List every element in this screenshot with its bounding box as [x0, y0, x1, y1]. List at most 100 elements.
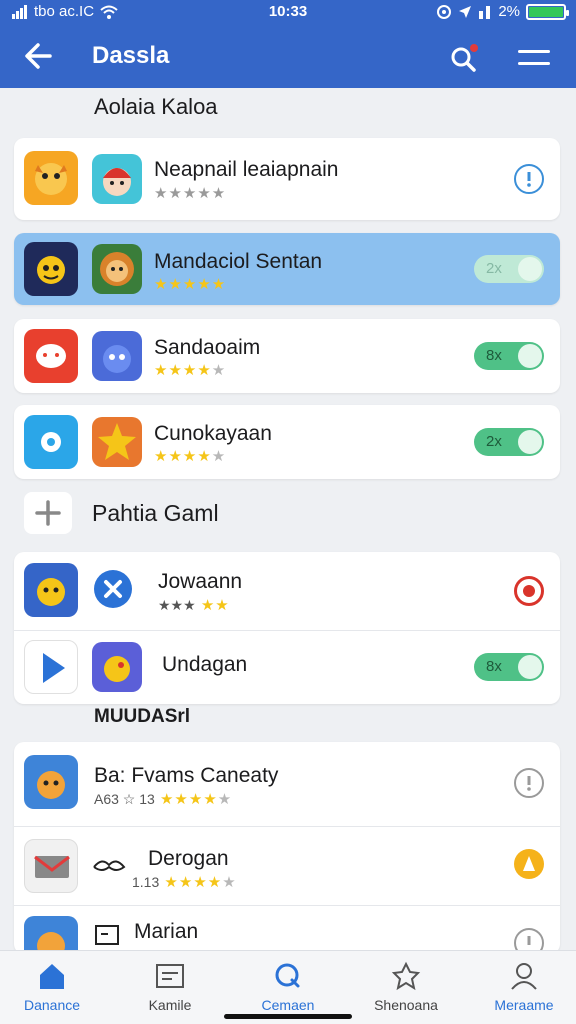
section-title: Aolaia Kaloa	[94, 94, 218, 119]
toggle-knob-icon	[518, 430, 542, 454]
back-button[interactable]	[20, 38, 60, 74]
toggle-knob-icon	[518, 257, 542, 281]
stars-filled: ★★★★	[154, 362, 212, 379]
rating-prefix: ★★★	[158, 597, 196, 613]
app-icon	[24, 755, 78, 809]
info-icon	[527, 776, 531, 791]
nav-item-gallery[interactable]: Kamile	[120, 951, 220, 1024]
nav-label: Cemaen	[261, 997, 315, 1013]
bird-icon	[104, 656, 130, 682]
stars-filled: ★★★★	[154, 448, 212, 465]
tools-icon	[104, 580, 122, 598]
document-icon	[95, 925, 119, 945]
app-card-group: Jowaann ★★★ ★★ Undagan 8x	[14, 552, 560, 704]
star-badge-icon	[98, 423, 136, 460]
add-section-button[interactable]	[24, 492, 72, 534]
app-rating: ★★★★★	[154, 447, 226, 465]
fox-character-icon	[35, 163, 67, 195]
app-name: Marian	[134, 920, 199, 943]
mail-icon	[34, 855, 70, 878]
app-card[interactable]: Neapnail leaiapnain ★★★★★	[14, 138, 560, 220]
battery-label: 2%	[498, 3, 520, 20]
section-title: Pahtia Gaml	[92, 500, 219, 526]
app-rating: A63 ☆ 13 ★★★★★	[94, 790, 232, 808]
app-icon	[24, 563, 78, 617]
nav-item-badges[interactable]: Shenoana	[356, 951, 456, 1024]
stars-empty: ★	[217, 791, 233, 808]
top-bar: tbo ac.IC 10:33 2% Dassla	[0, 0, 576, 88]
gallery-icon	[156, 964, 184, 988]
nav-item-home[interactable]: Danance	[2, 951, 102, 1024]
app-rating: ★★★★★	[154, 185, 227, 202]
nav-item-profile[interactable]: Meraame	[474, 951, 574, 1024]
action-toggle[interactable]: 2x	[474, 428, 544, 456]
monster-icon	[37, 256, 65, 284]
info-button[interactable]	[514, 768, 544, 798]
flower-icon	[41, 432, 61, 452]
info-icon	[527, 172, 531, 187]
app-card[interactable]: Sandaoaim ★★★★★ 8x	[14, 319, 560, 393]
app-icon	[94, 570, 132, 608]
list-item[interactable]: Ba: Fvams Caneaty A63 ☆ 13 ★★★★★	[14, 742, 560, 826]
home-icon	[40, 964, 64, 989]
record-button[interactable]	[514, 576, 544, 606]
app-name: Undagan	[162, 653, 248, 676]
nav-label: Kamile	[148, 997, 192, 1013]
handshake-icon	[93, 860, 126, 871]
lion-character-icon	[100, 252, 134, 286]
app-name: Derogan	[148, 847, 229, 870]
alarm-icon	[437, 4, 452, 19]
app-card[interactable]: Cunokayaan ★★★★★ 2x	[14, 405, 560, 479]
action-toggle[interactable]: 8x	[474, 653, 544, 681]
rating-prefix: A63 ☆ 13	[94, 791, 155, 807]
warning-icon	[523, 856, 535, 871]
info-button[interactable]	[514, 164, 544, 194]
record-icon	[523, 585, 535, 597]
action-toggle[interactable]: 2x	[474, 255, 544, 283]
section-title: MUUDASrl	[94, 706, 191, 727]
list-item[interactable]: Jowaann ★★★ ★★	[14, 552, 560, 630]
app-icon	[24, 839, 78, 893]
list-item[interactable]: Undagan 8x	[14, 631, 560, 704]
app-rating: ★★★★★	[154, 276, 227, 293]
app-name: Neapnail leaiapnain	[154, 158, 339, 181]
profile-icon	[511, 963, 537, 990]
list-item[interactable]: Derogan 1.13 ★★★★★	[14, 827, 560, 905]
toggle-label: 8x	[486, 658, 502, 675]
toggle-label: 2x	[486, 260, 502, 277]
back-arrow-icon	[25, 43, 52, 69]
app-icon	[92, 244, 142, 294]
toggle-label: 2x	[486, 433, 502, 450]
app-icon	[92, 417, 142, 467]
app-icon	[24, 640, 78, 694]
status-bar: tbo ac.IC 10:33 2%	[0, 0, 576, 24]
app-icon	[92, 154, 142, 204]
search-icon	[451, 44, 478, 72]
app-name: Sandaoaim	[154, 336, 261, 359]
battery-icon	[526, 3, 569, 20]
app-card-selected[interactable]: Mandaciol Sentan ★★★★★ 2x	[14, 233, 560, 305]
signal-strength-icon	[479, 5, 491, 19]
app-icon	[24, 151, 78, 205]
page-title: Dassla	[92, 42, 170, 69]
cat-character-icon	[37, 578, 65, 606]
plus-icon	[35, 500, 61, 526]
fox-character-icon	[37, 932, 65, 960]
stars-filled: ★★★★	[159, 791, 218, 808]
list-item[interactable]: Marian	[14, 906, 560, 960]
stars-filled: ★★★★	[164, 874, 223, 891]
play-icon	[43, 653, 65, 683]
badge-icon	[391, 961, 421, 991]
nav-label: Shenoana	[374, 997, 438, 1013]
menu-button[interactable]	[514, 40, 554, 76]
app-icon	[24, 415, 78, 469]
toggle-knob-icon	[518, 655, 542, 679]
menu-line	[518, 62, 550, 65]
nav-label: Danance	[23, 997, 81, 1013]
app-icon	[92, 331, 142, 381]
app-name: Mandaciol Sentan	[154, 250, 323, 273]
action-toggle[interactable]: 8x	[474, 342, 544, 370]
chat-bubble-icon	[36, 344, 66, 368]
search-button[interactable]	[446, 40, 482, 76]
warning-button[interactable]	[514, 849, 544, 879]
